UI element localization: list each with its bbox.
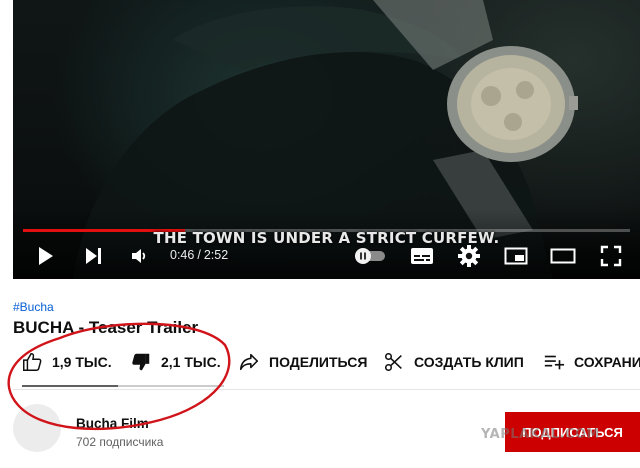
share-arrow-icon [239, 353, 259, 371]
autoplay-toggle[interactable] [353, 247, 387, 265]
channel-name[interactable]: Bucha Film [76, 416, 149, 431]
video-player[interactable]: THE TOWN IS UNDER A STRICT CURFEW. 0:46/… [13, 0, 640, 279]
dislike-count: 2,1 ТЫС. [161, 354, 221, 370]
gear-icon [458, 245, 480, 267]
subtitles-icon [411, 248, 433, 264]
subtitles-button[interactable] [409, 245, 435, 267]
current-time: 0:46 [170, 248, 195, 262]
miniplayer-button[interactable] [503, 245, 529, 267]
share-label: ПОДЕЛИТЬСЯ [269, 354, 368, 370]
next-button[interactable] [83, 245, 105, 267]
site-watermark: YAPLAKAL.COM [481, 427, 600, 442]
create-clip-label: СОЗДАТЬ КЛИП [414, 354, 524, 370]
like-dislike-ratio-bar [22, 385, 224, 387]
like-count: 1,9 ТЫС. [52, 354, 112, 370]
theater-mode-icon [550, 248, 576, 264]
fullscreen-icon [600, 245, 622, 267]
next-icon [86, 248, 101, 264]
add-to-playlist-icon [544, 355, 565, 370]
hashtag-link[interactable]: #Bucha [13, 300, 54, 314]
play-button[interactable] [35, 245, 57, 267]
volume-icon [132, 249, 146, 263]
create-clip-button[interactable]: СОЗДАТЬ КЛИП [383, 340, 524, 384]
video-title: BUCHA - Teaser Trailer [13, 318, 199, 337]
save-button[interactable]: СОХРАНИ [543, 340, 640, 384]
thumbs-down-icon [132, 353, 150, 371]
fullscreen-button[interactable] [599, 244, 623, 268]
miniplayer-icon [504, 247, 528, 265]
settings-button[interactable] [457, 244, 481, 268]
action-bar: 1,9 ТЫС. 2,1 ТЫС. ПОДЕЛИТЬСЯ СОЗДАТЬ КЛИ… [13, 340, 640, 387]
play-icon [39, 247, 53, 265]
thumbs-up-icon [23, 353, 42, 371]
share-button[interactable]: ПОДЕЛИТЬСЯ [238, 340, 367, 384]
channel-avatar[interactable] [13, 404, 61, 452]
autoplay-toggle-icon [355, 248, 385, 264]
like-ratio-fill [22, 385, 118, 387]
volume-button[interactable] [128, 245, 150, 267]
dislike-button[interactable]: 2,1 ТЫС. [130, 340, 221, 384]
theater-mode-button[interactable] [549, 245, 577, 267]
like-button[interactable]: 1,9 ТЫС. [21, 340, 112, 384]
duration: 2:52 [203, 248, 229, 262]
section-divider [13, 389, 640, 390]
time-separator: / [197, 248, 201, 262]
subtitle-caption: THE TOWN IS UNDER A STRICT CURFEW. [153, 229, 500, 247]
subscriber-count: 702 подписчика [76, 435, 164, 449]
time-display: 0:46/2:52 [170, 248, 228, 262]
save-label: СОХРАНИ [574, 354, 640, 370]
scissors-icon [384, 352, 402, 372]
